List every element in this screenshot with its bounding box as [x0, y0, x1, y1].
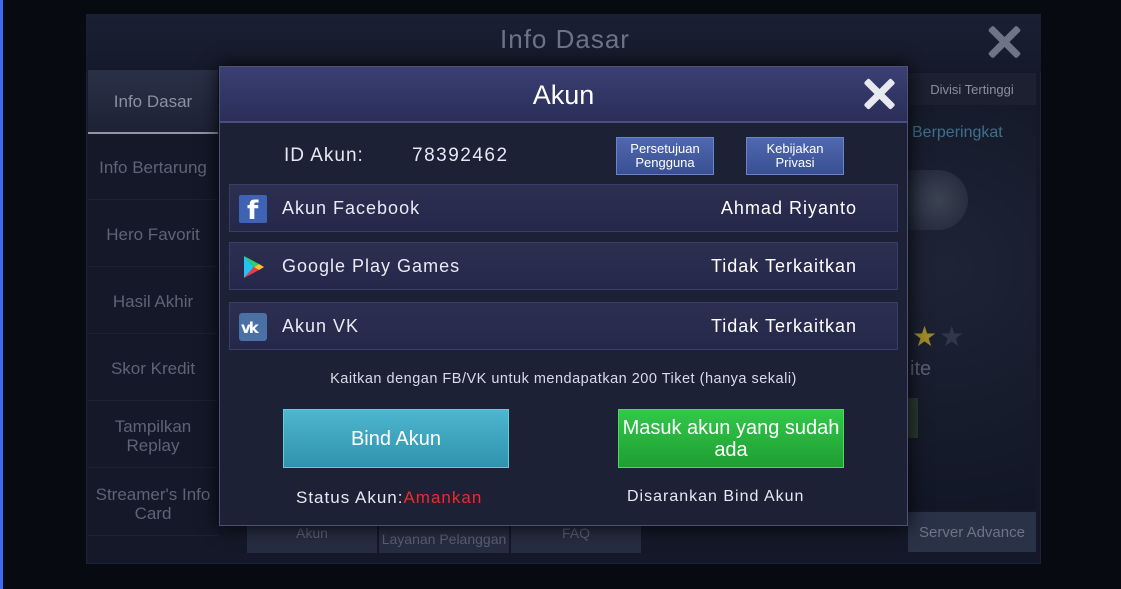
sidebar-item-skor-kredit[interactable]: Skor Kredit [88, 337, 218, 401]
user-agreement-button[interactable]: Persetujuan Pengguna [616, 137, 714, 175]
sidebar-item-info-dasar[interactable]: Info Dasar [88, 70, 218, 134]
close-icon[interactable] [861, 76, 897, 112]
google-play-icon [239, 253, 267, 281]
bind-reward-info: Kaitkan dengan FB/VK untuk mendapatkan 2… [330, 371, 797, 387]
account-dialog: Akun ID Akun: 78392462 Persetujuan Pengg… [219, 66, 908, 526]
tab-divisi-tertinggi[interactable]: Divisi Tertinggi [908, 73, 1036, 105]
sidebar-item-streamers-info-card[interactable]: Streamer's Info Card [88, 472, 218, 536]
account-status-line: Status Akun:Amankan [296, 488, 482, 508]
account-name: Akun Facebook [282, 198, 421, 218]
account-id-value: 78392462 [412, 145, 509, 166]
account-status: Ahmad Riyanto [720, 198, 857, 218]
google-play-account-row[interactable]: Google Play Games Tidak Terkaitkan [229, 242, 898, 290]
vk-account-row[interactable]: vk Akun VK Tidak Terkaitkan [229, 302, 898, 350]
login-existing-account-button[interactable]: Masuk akun yang sudah ada [618, 409, 844, 468]
background-title: Info Dasar [500, 24, 630, 54]
bind-account-button[interactable]: Bind Akun [283, 409, 509, 468]
rank-tier-label: ite [910, 358, 932, 380]
privacy-policy-button[interactable]: Kebijakan Privasi [746, 137, 844, 175]
account-name: Akun VK [282, 316, 360, 336]
screen-edge [0, 0, 3, 589]
rank-stars-icon: ★★ [912, 321, 967, 352]
server-advance-button[interactable]: Server Advance [908, 512, 1036, 552]
bind-recommendation: Disarankan Bind Akun [627, 488, 805, 505]
status-label: Status Akun: [296, 488, 404, 507]
sidebar-item-info-bertarung[interactable]: Info Bertarung [88, 136, 218, 200]
account-id-label: ID Akun: [284, 145, 364, 166]
rank-decoration [908, 398, 918, 438]
rank-emblem-icon [908, 170, 968, 230]
facebook-account-row[interactable]: f Akun Facebook Ahmad Riyanto [229, 184, 898, 232]
facebook-icon: f [239, 195, 267, 226]
sidebar-item-tampilkan-replay[interactable]: Tampilkan Replay [88, 404, 218, 468]
rank-panel [908, 105, 1036, 510]
dialog-title: Akun [532, 79, 595, 110]
sidebar-item-hasil-akhir[interactable]: Hasil Akhir [88, 270, 218, 334]
account-status: Tidak Terkaitkan [710, 316, 857, 336]
vk-icon: vk [239, 313, 267, 341]
sidebar-item-hero-favorit[interactable]: Hero Favorit [88, 203, 218, 267]
status-value: Amankan [403, 488, 483, 507]
account-name: Google Play Games [282, 256, 461, 276]
rank-label: Berperingkat [912, 124, 1003, 141]
background-close-icon[interactable] [984, 22, 1024, 62]
account-status: Tidak Terkaitkan [710, 256, 857, 276]
